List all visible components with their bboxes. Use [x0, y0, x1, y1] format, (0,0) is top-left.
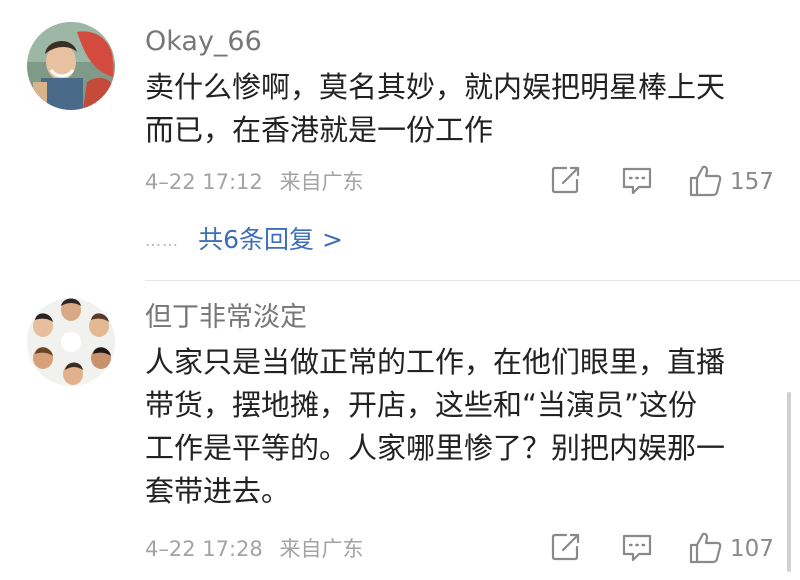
thumbs-up-icon: [689, 532, 722, 564]
share-edit-button[interactable]: [550, 164, 584, 196]
share-edit-icon: [551, 533, 580, 561]
thumbs-up-icon: [689, 165, 722, 197]
replies-dots: ……: [145, 230, 179, 250]
avatar[interactable]: [27, 22, 115, 110]
comment-text-line: 人家只是当做正常的工作，在他们眼里，直播: [145, 345, 726, 379]
user-avatar-photo: [27, 22, 115, 110]
timestamp: 4–22 17:28: [145, 537, 263, 561]
username[interactable]: Okay_66: [145, 26, 262, 58]
comment-item: Okay_66 卖什么惨啊，莫名其妙，就内娱把明星棒上天 而已，在香港就是一份工…: [0, 0, 800, 280]
location: 来自广东: [279, 537, 364, 561]
like-count: 107: [730, 536, 774, 562]
username[interactable]: 但丁非常淡定: [145, 302, 307, 334]
comment-button[interactable]: [620, 531, 654, 563]
avatar[interactable]: [27, 298, 115, 386]
comment-meta: 4–22 17:28 来自广东: [145, 535, 363, 563]
comment-item: 但丁非常淡定 人家只是当做正常的工作，在他们眼里，直播 带货，摆地摊，开店，这些…: [0, 281, 800, 580]
action-bar: 107: [548, 531, 783, 567]
comment-text-line: 工作是平等的。人家哪里惨了？别把内娱那一: [145, 431, 726, 465]
view-replies-link[interactable]: 共6条回复 >: [198, 224, 343, 256]
comment-bubble-icon: [622, 534, 652, 562]
share-edit-icon: [551, 166, 580, 194]
comment-bubble-icon: [622, 167, 652, 195]
share-edit-button[interactable]: [550, 531, 584, 563]
timestamp: 4–22 17:12: [145, 170, 263, 194]
like-button[interactable]: [688, 531, 724, 565]
comment-text: 卖什么惨啊，莫名其妙，就内娱把明星棒上天 而已，在香港就是一份工作: [145, 66, 775, 152]
replies-row: …… 共6条回复 >: [145, 224, 343, 256]
like-button[interactable]: [688, 164, 724, 198]
scrollbar[interactable]: [787, 392, 791, 572]
group-avatar-photo: [27, 298, 115, 386]
comment-text-line: 卖什么惨啊，莫名其妙，就内娱把明星棒上天: [145, 70, 726, 104]
comment-text-line: 套带进去。: [145, 474, 291, 508]
like-count: 157: [730, 169, 774, 195]
comment-text: 人家只是当做正常的工作，在他们眼里，直播 带货，摆地摊，开店，这些和“当演员”这…: [145, 341, 775, 513]
location: 来自广东: [279, 170, 364, 194]
comment-text-line: 而已，在香港就是一份工作: [145, 113, 494, 147]
action-bar: 157: [548, 164, 783, 200]
comment-text-line: 带货，摆地摊，开店，这些和“当演员”这份: [145, 388, 698, 422]
comment-meta: 4–22 17:12 来自广东: [145, 168, 363, 196]
comment-button[interactable]: [620, 164, 654, 196]
